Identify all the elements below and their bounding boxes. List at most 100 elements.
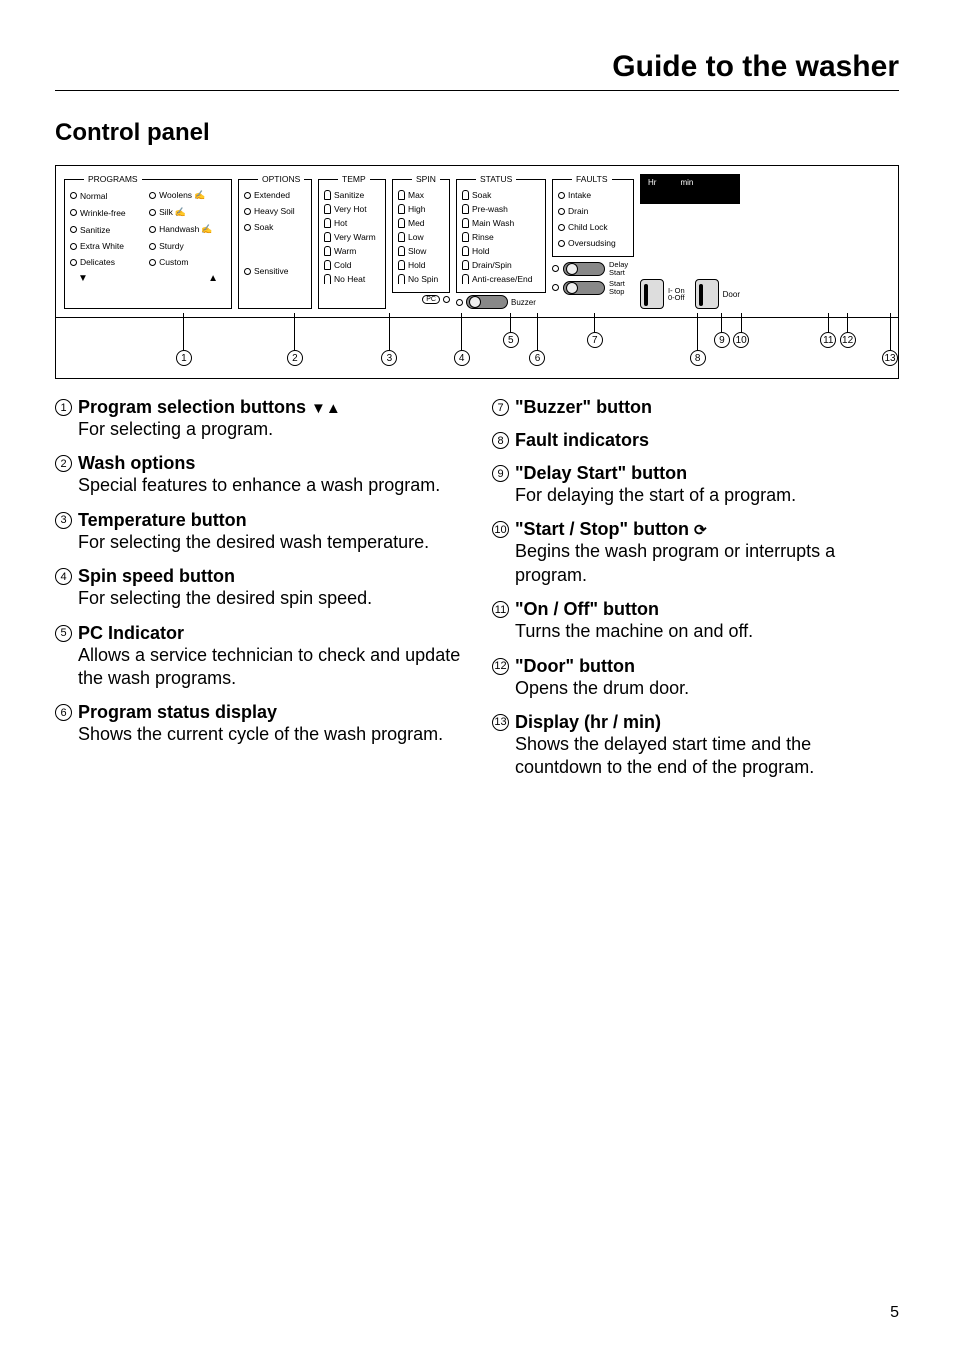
time-display: Hr min [640,174,740,204]
legend: 1Program selection buttons ▼▲For selecti… [55,397,899,792]
legend-left: 1Program selection buttons ▼▲For selecti… [55,397,462,792]
legend-num: 12 [492,658,509,675]
legend-item-6: 6 Program status displayShows the current… [55,702,462,746]
door-switch[interactable] [695,279,719,309]
page-number: 5 [890,1304,899,1322]
spin-high: High [408,204,425,214]
legend-num: 13 [492,714,509,731]
spin-hold: Hold [408,260,425,270]
legend-title: "On / Off" button [515,599,659,620]
legend-desc: Special features to enhance a wash progr… [78,474,462,497]
callout-9: 9 [714,332,730,348]
legend-num: 2 [55,455,72,472]
legend-item-8: 8Fault indicators [492,430,899,451]
status-label: STATUS [476,174,516,184]
legend-num: 10 [492,521,509,538]
status-rinse: Rinse [472,232,494,242]
status-drainspin: Drain/Spin [472,260,512,270]
legend-desc: For selecting the desired spin speed. [78,587,462,610]
legend-num: 1 [55,399,72,416]
prog-sturdy: Sturdy [159,241,184,251]
opt-sensitive: Sensitive [254,266,289,276]
prog-silk: Silk [159,207,186,218]
status-anticrease: Anti-crease/End [472,274,532,284]
legend-num: 4 [55,568,72,585]
legend-item-9: 9"Delay Start" buttonFor delaying the st… [492,463,899,507]
legend-item-5: 5PC IndicatorAllows a service technician… [55,623,462,691]
legend-desc: Turns the machine on and off. [515,620,899,643]
prog-delicates: Delicates [80,257,115,267]
onoff-l2: 0-Off [668,294,685,302]
legend-item-3: 3Temperature buttonFor selecting the des… [55,510,462,554]
prog-sanitize: Sanitize [80,225,110,235]
spin-label: SPIN [412,174,440,184]
start-stop-button[interactable] [563,281,605,295]
legend-num: 8 [492,432,509,449]
fault-oversudsing: Oversudsing [568,238,616,248]
legend-item-4: 4Spin speed buttonFor selecting the desi… [55,566,462,610]
onoff-switch[interactable] [640,279,664,309]
legend-title: "Delay Start" button [515,463,687,484]
legend-num: 6 [55,704,72,721]
temp-sanitize: Sanitize [334,190,364,200]
prog-custom: Custom [159,257,188,267]
opt-extended: Extended [254,190,290,200]
down-icon: ▼ [78,273,88,284]
legend-right: 7"Buzzer" button 8Fault indicators 9 "Delay… [492,397,899,792]
legend-title: Program status display [78,702,277,723]
fault-drain: Drain [568,206,588,216]
buzzer-button[interactable] [466,295,508,309]
spin-slow: Slow [408,246,426,256]
temp-veryhot: Very Hot [334,204,367,214]
legend-desc: Begins the wash program or interrupts a … [515,540,899,587]
legend-title: "Start / Stop" button ⟳ [515,519,707,540]
legend-item-13: 13 Display (hr / min)Shows the delayed st… [492,712,899,780]
callout-7: 7 [587,332,603,348]
legend-title: "Door" button [515,656,635,677]
faults-label: FAULTS [572,174,612,184]
legend-desc: Shows the current cycle of the wash prog… [78,723,462,746]
callout-4: 4 [454,350,470,366]
legend-item-7: 7"Buzzer" button [492,397,899,418]
legend-desc: Opens the drum door. [515,677,899,700]
temp-group: TEMP Sanitize Very Hot Hot Very Warm War… [318,174,386,309]
status-mainwash: Main Wash [472,218,514,228]
status-group: STATUS Soak Pre-wash Main Wash Rinse Hol… [456,174,546,293]
delay-start-button[interactable] [563,262,605,276]
legend-num: 9 [492,465,509,482]
delay-l2: Start [609,269,628,277]
programs-label: PROGRAMS [84,174,142,184]
ss-l2: Stop [609,288,625,296]
options-label: OPTIONS [258,174,304,184]
callout-13: 13 [882,350,898,366]
control-panel-diagram: PROGRAMS Normal Woolens Wrinkle-free Sil… [55,165,899,379]
section-title: Control panel [55,119,899,147]
legend-title: Wash options [78,453,195,474]
legend-item-11: 11"On / Off" buttonTurns the machine on … [492,599,899,643]
prog-wrinklefree: Wrinkle-free [80,208,126,218]
display-min: min [680,178,693,200]
legend-num: 5 [55,625,72,642]
status-soak: Soak [472,190,491,200]
legend-desc: Shows the delayed start time and the cou… [515,733,899,780]
prog-extrawhite: Extra White [80,241,124,251]
door-label: Door [723,290,740,299]
temp-verywarm: Very Warm [334,232,376,242]
temp-cold: Cold [334,260,351,270]
spin-low: Low [408,232,424,242]
legend-title: Display (hr / min) [515,712,661,733]
callout-2: 2 [287,350,303,366]
callout-6: 6 [529,350,545,366]
legend-item-2: 2 Wash optionsSpecial features to enhance… [55,453,462,497]
legend-num: 7 [492,399,509,416]
spin-med: Med [408,218,425,228]
temp-warm: Warm [334,246,356,256]
callout-1: 1 [176,350,192,366]
prog-handwash: Handwash [159,224,212,235]
display-hr: Hr [648,178,656,200]
legend-desc: For selecting the desired wash temperatu… [78,531,462,554]
pc-badge: PC [422,295,440,304]
buzzer-label: Buzzer [511,298,536,307]
status-hold: Hold [472,246,489,256]
temp-label: TEMP [338,174,370,184]
